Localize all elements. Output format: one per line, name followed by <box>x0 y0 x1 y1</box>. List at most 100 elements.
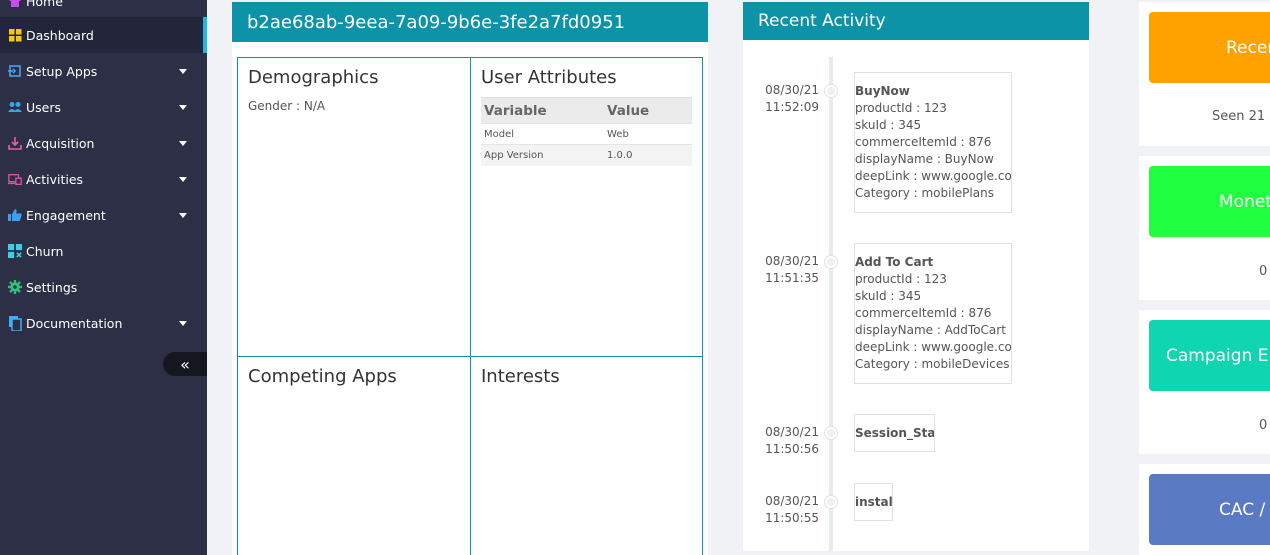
event-date: 08/30/21 <box>765 425 819 439</box>
competing-apps-card: Competing Apps <box>237 356 471 555</box>
table-row: App Version 1.0.0 <box>481 144 692 166</box>
event-timestamp: 08/30/21 11:50:55 <box>751 493 819 527</box>
sidebar-item-dashboard[interactable]: Dashboard <box>0 17 207 53</box>
recency-value: Seen 21 s <box>1212 109 1270 124</box>
event-timestamp: 08/30/21 11:52:09 <box>751 82 819 116</box>
event-timestamp: 08/30/21 11:51:35 <box>751 253 819 287</box>
campaign-engagement-card: Campaign En 0 <box>1139 310 1270 454</box>
sidebar-item-label: Acquisition <box>26 135 95 151</box>
sidebar-item-engagement[interactable]: Engagement <box>0 197 207 233</box>
recent-activity-panel: Recent Activity 08/30/21 11:52:09 BuyNow… <box>743 2 1089 551</box>
timeline-dot <box>825 427 837 439</box>
sidebar-item-label: Settings <box>26 279 78 295</box>
interests-card: Interests <box>470 356 703 555</box>
event-time: 11:52:09 <box>765 100 819 114</box>
event-detail: skuId : 345 <box>855 289 922 303</box>
campaign-engagement-card-header: Campaign En <box>1149 320 1270 391</box>
chevron-down-icon[interactable] <box>179 176 187 182</box>
competing-apps-title: Competing Apps <box>248 366 397 387</box>
event-detail: deepLink : www.google.com <box>855 340 1012 354</box>
monetization-card-header: Monet <box>1149 166 1270 237</box>
monetization-card: Monet 0 <box>1139 156 1270 300</box>
demographics-title: Demographics <box>248 67 379 88</box>
sidebar-item-settings[interactable]: Settings <box>0 269 207 305</box>
user-attributes-card: User Attributes Variable Value Model Web… <box>470 57 703 357</box>
chevron-down-icon[interactable] <box>179 104 187 110</box>
sidebar-item-label: Engagement <box>26 207 106 223</box>
sidebar-item-activities[interactable]: Activities <box>0 161 207 197</box>
sidebar-item-documentation[interactable]: Documentation <box>0 305 207 341</box>
recency-card: Recen Seen 21 s <box>1139 2 1270 146</box>
demographics-card: Demographics Gender : N/A <box>237 57 471 357</box>
event-date: 08/30/21 <box>765 83 819 97</box>
chevron-down-icon[interactable] <box>179 320 187 326</box>
event-detail: commerceItemId : 876 <box>855 306 992 320</box>
double-chevron-left-icon: « <box>180 354 190 374</box>
timeline-dot <box>825 85 837 97</box>
event-timestamp: 08/30/21 11:50:56 <box>751 424 819 458</box>
event-detail: deepLink : www.google.com <box>855 169 1012 183</box>
chevron-down-icon[interactable] <box>179 212 187 218</box>
timeline-dot <box>825 496 837 508</box>
sidebar-item-acquisition[interactable]: Acquisition <box>0 125 207 161</box>
activities-icon <box>8 172 22 186</box>
sidebar-item-label: Documentation <box>26 315 123 331</box>
recency-card-header: Recen <box>1149 12 1270 83</box>
sidebar-item-label: Setup Apps <box>26 63 98 79</box>
event-name: BuyNow <box>855 84 910 98</box>
event-card[interactable]: Session_Start <box>854 414 935 452</box>
event-time: 11:50:55 <box>765 511 819 525</box>
interests-title: Interests <box>481 366 560 387</box>
churn-icon <box>8 244 22 258</box>
attribute-value: 1.0.0 <box>604 144 692 166</box>
sidebar-item-label: Home <box>26 0 63 9</box>
sidebar-item-users[interactable]: Users <box>0 89 207 125</box>
attribute-variable: App Version <box>481 144 604 166</box>
column-header-variable: Variable <box>481 97 604 124</box>
event-card[interactable]: BuyNow productId : 123 skuId : 345 comme… <box>854 72 1012 213</box>
event-detail: Category : mobilePlans <box>855 186 994 200</box>
event-name: Session_Start <box>855 426 935 440</box>
sidebar-item-setup-apps[interactable]: Setup Apps <box>0 53 207 89</box>
event-card[interactable]: install <box>854 483 893 521</box>
gear-icon <box>8 280 22 294</box>
table-row: Model Web <box>481 123 692 145</box>
sidebar-item-label: Activities <box>26 171 84 187</box>
event-detail: displayName : BuyNow <box>855 152 994 166</box>
event-card[interactable]: Add To Cart productId : 123 skuId : 345 … <box>854 243 1012 384</box>
event-time: 11:51:35 <box>765 271 819 285</box>
attribute-value: Web <box>604 123 692 145</box>
chevron-down-icon[interactable] <box>179 68 187 74</box>
monetization-value: 0 <box>1259 264 1268 279</box>
dashboard-icon <box>8 28 22 42</box>
sidebar-item-churn[interactable]: Churn <box>0 233 207 269</box>
timeline-line <box>829 57 833 551</box>
event-date: 08/30/21 <box>765 254 819 268</box>
table-header-row: Variable Value <box>481 97 692 124</box>
event-detail: productId : 123 <box>855 272 947 286</box>
column-header-value: Value <box>604 97 692 124</box>
thumbs-up-icon <box>8 208 22 222</box>
event-detail: productId : 123 <box>855 101 947 115</box>
documentation-icon <box>8 315 22 331</box>
user-id-header: b2ae68ab-9eea-7a09-9b6e-3fe2a7fd0951 <box>232 2 708 42</box>
cac-card-header: CAC / <box>1149 474 1270 545</box>
user-attributes-title: User Attributes <box>481 67 617 88</box>
recent-activity-title: Recent Activity <box>743 2 1089 40</box>
event-detail: skuId : 345 <box>855 118 922 132</box>
sidebar-item-label: Users <box>26 99 62 115</box>
event-detail: displayName : AddToCart <box>855 323 1006 337</box>
attribute-variable: Model <box>481 123 604 145</box>
event-name: install <box>855 495 893 509</box>
event-name: Add To Cart <box>855 255 934 269</box>
user-attributes-table: Variable Value Model Web App Version 1.0… <box>481 97 692 166</box>
users-icon <box>8 100 22 114</box>
cac-card: CAC / <box>1139 464 1270 555</box>
collapse-sidebar-button[interactable]: « <box>163 352 207 376</box>
campaign-engagement-value: 0 <box>1259 418 1268 433</box>
chevron-down-icon[interactable] <box>179 140 187 146</box>
acquisition-icon <box>8 136 22 150</box>
sidebar-item-label: Dashboard <box>26 27 94 43</box>
event-detail: Category : mobileDevices <box>855 357 1010 371</box>
event-detail: commerceItemId : 876 <box>855 135 992 149</box>
